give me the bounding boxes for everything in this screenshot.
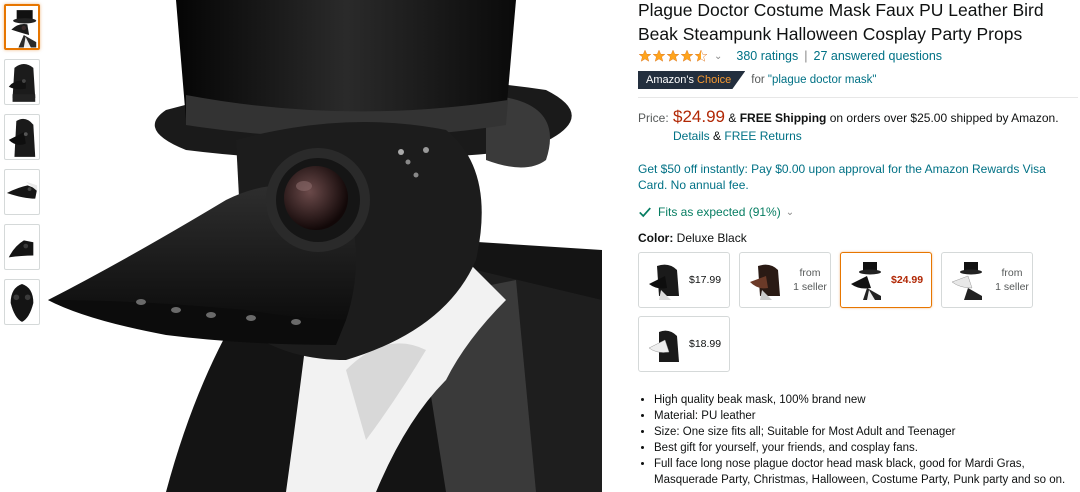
- price-amp: &: [728, 111, 737, 125]
- feature-bullets: High quality beak mask, 100% brand new M…: [638, 392, 1078, 488]
- thumbnail-6[interactable]: [4, 279, 40, 325]
- chevron-down-icon: ⌄: [785, 206, 795, 218]
- swatch-option-3[interactable]: $24.99: [840, 252, 932, 308]
- choice-keyword: for "plague doctor mask": [751, 74, 877, 86]
- swatch-seller-count: 1 seller: [793, 281, 827, 293]
- swatch-from: from 1 seller: [790, 266, 830, 294]
- swatch-price: $24.99: [891, 274, 924, 286]
- thumbnail-strip: [4, 4, 40, 334]
- star-full-icon: [666, 49, 680, 62]
- star-rating[interactable]: [638, 49, 708, 63]
- plague-doctor-mask-image: [48, 0, 602, 492]
- amazons-choice-row: Amazon's Choice for "plague doctor mask": [638, 70, 1078, 90]
- fit-text: Fits as expected (91%): [658, 205, 781, 219]
- swatch-option-5[interactable]: $18.99: [638, 316, 730, 372]
- free-returns-link[interactable]: FREE Returns: [724, 129, 801, 143]
- chevron-down-icon[interactable]: ⌄: [714, 51, 722, 62]
- free-shipping-text: FREE Shipping: [739, 111, 827, 125]
- price-label: Price:: [638, 111, 669, 125]
- feature-bullet: Size: One size fits all; Suitable for Mo…: [654, 424, 1078, 440]
- details-amp: &: [713, 129, 722, 143]
- mask-white-top-hat-icon: [951, 262, 982, 300]
- price-row: Price: $24.99 & FREE Shipping on orders …: [638, 108, 1078, 145]
- star-full-icon: [652, 49, 666, 62]
- swatch-price: $18.99: [689, 338, 722, 350]
- mask-only-angled-icon: [8, 240, 34, 258]
- thumbnail-2[interactable]: [4, 59, 40, 105]
- swatch-option-1[interactable]: $17.99: [638, 252, 730, 308]
- color-label: Color:: [638, 231, 674, 245]
- amazons-choice-badge[interactable]: Amazon's Choice: [638, 71, 746, 89]
- swatch-price: $17.99: [689, 274, 722, 286]
- swatch-option-4[interactable]: from 1 seller: [941, 252, 1033, 308]
- mask-side-hood-icon: [8, 118, 36, 157]
- feature-bullet: Full face long nose plague doctor head m…: [654, 456, 1078, 488]
- thumbnail-5[interactable]: [4, 224, 40, 270]
- color-swatches: $17.99 from 1 seller $24.99 from 1 selle…: [638, 252, 1078, 372]
- mask-hooded-icon: [8, 64, 36, 102]
- swatch-from: from 1 seller: [992, 266, 1032, 294]
- shipping-info: on orders over $25.00 shipped by Amazon.: [829, 111, 1059, 125]
- badge-choice-text: Choice: [697, 74, 732, 86]
- rewards-card-promo[interactable]: Get $50 off instantly: Pay $0.00 upon ap…: [638, 161, 1078, 193]
- star-full-icon: [680, 49, 694, 62]
- details-link[interactable]: Details: [673, 129, 710, 143]
- product-title: Plague Doctor Costume Mask Faux PU Leath…: [638, 0, 1044, 44]
- color-value: Deluxe Black: [676, 231, 747, 245]
- thumbnail-1[interactable]: [4, 4, 40, 50]
- product-info-panel: Plague Doctor Costume Mask Faux PU Leath…: [638, 0, 1078, 488]
- choice-keyword-link[interactable]: "plague doctor mask": [768, 74, 877, 86]
- divider: [638, 97, 1078, 98]
- thumbnail-4[interactable]: [4, 169, 40, 215]
- swatch-from-label: from: [799, 267, 821, 279]
- checkmark-icon: [639, 207, 651, 218]
- feature-bullet: Material: PU leather: [654, 408, 1078, 424]
- main-product-image[interactable]: [46, 0, 602, 492]
- separator: |: [804, 49, 808, 63]
- questions-link[interactable]: 27 answered questions: [814, 49, 943, 63]
- price-value: $24.99: [673, 107, 725, 126]
- badge-amazons-text: Amazon's: [646, 74, 694, 86]
- swatch-from-label: from: [1001, 267, 1023, 279]
- rating-row: ⌄ 380 ratings | 27 answered questions: [638, 47, 1078, 65]
- fit-indicator[interactable]: Fits as expected (91%) ⌄: [638, 205, 1078, 219]
- ratings-link[interactable]: 380 ratings: [736, 49, 798, 63]
- mask-black-icon: [649, 264, 679, 300]
- mask-white-icon: [648, 330, 679, 362]
- mask-only-side-icon: [6, 181, 38, 199]
- mask-black-top-hat-icon: [851, 262, 881, 300]
- feature-bullet: Best gift for yourself, your friends, an…: [654, 440, 1078, 456]
- color-selection: Color: Deluxe Black: [638, 231, 1078, 245]
- swatch-seller-count: 1 seller: [995, 281, 1029, 293]
- swatch-option-2[interactable]: from 1 seller: [739, 252, 831, 308]
- feature-bullet: High quality beak mask, 100% brand new: [654, 392, 1078, 408]
- mask-brown-icon: [750, 264, 780, 300]
- star-full-icon: [638, 49, 652, 62]
- thumbnail-3[interactable]: [4, 114, 40, 160]
- mask-front-icon: [10, 284, 34, 322]
- star-half-icon: [694, 49, 708, 62]
- mask-top-hat-icon: [11, 10, 37, 48]
